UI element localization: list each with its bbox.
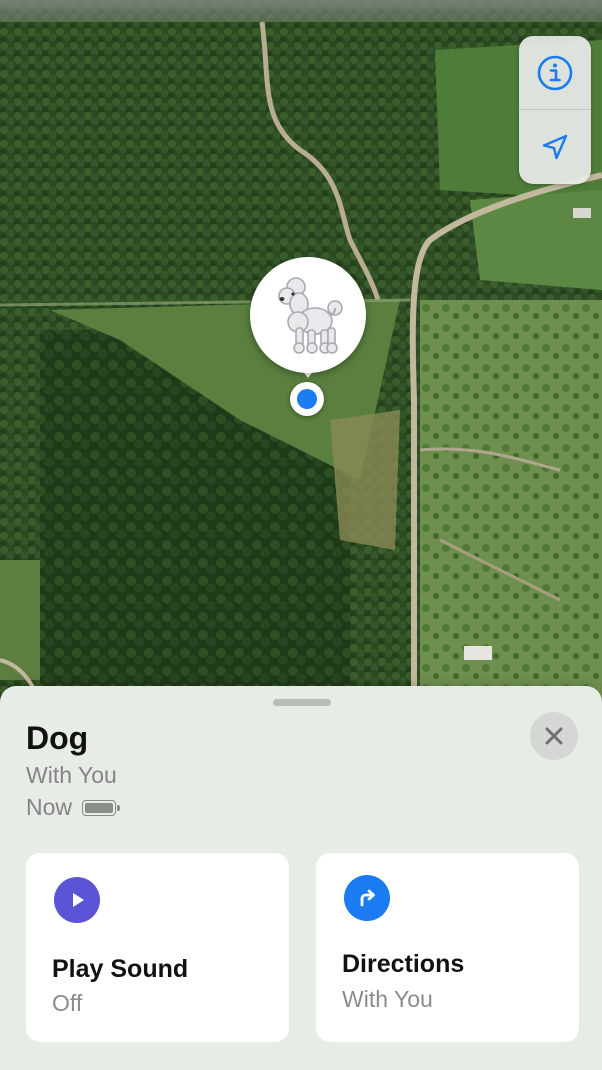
- item-location-pin[interactable]: [250, 257, 366, 373]
- sheet-grabber[interactable]: [273, 699, 331, 706]
- play-sound-button[interactable]: Play Sound Off: [26, 853, 289, 1042]
- item-title: Dog: [26, 720, 89, 756]
- battery-fill: [85, 802, 114, 813]
- item-detail-sheet: Dog With You Now Play Sound Off Directio…: [0, 686, 602, 1070]
- poodle-icon: [278, 277, 343, 354]
- satellite-map[interactable]: [0, 0, 602, 700]
- directions-button[interactable]: Directions With You: [316, 853, 579, 1042]
- last-seen-time: Now: [26, 794, 73, 820]
- map-controls: [519, 36, 591, 184]
- play-icon: [54, 877, 100, 923]
- location-arrow-icon: [539, 131, 571, 163]
- directions-status: With You: [342, 986, 433, 1012]
- last-seen-row: Now: [26, 794, 121, 821]
- close-button[interactable]: [530, 712, 578, 760]
- location-dot-center: [297, 389, 317, 409]
- current-location-button[interactable]: [519, 110, 591, 183]
- status-bar-blur: [0, 0, 602, 22]
- directions-arrow-icon: [344, 875, 390, 921]
- location-dot: [290, 382, 324, 416]
- info-circle-icon: [536, 54, 574, 92]
- item-status: With You: [26, 762, 117, 788]
- play-sound-status: Off: [52, 990, 83, 1016]
- battery-icon: [82, 799, 121, 816]
- play-sound-label: Play Sound: [52, 955, 189, 983]
- directions-label: Directions: [342, 950, 465, 978]
- battery-tip: [117, 804, 121, 811]
- info-button[interactable]: [519, 36, 591, 110]
- close-icon: [545, 727, 563, 745]
